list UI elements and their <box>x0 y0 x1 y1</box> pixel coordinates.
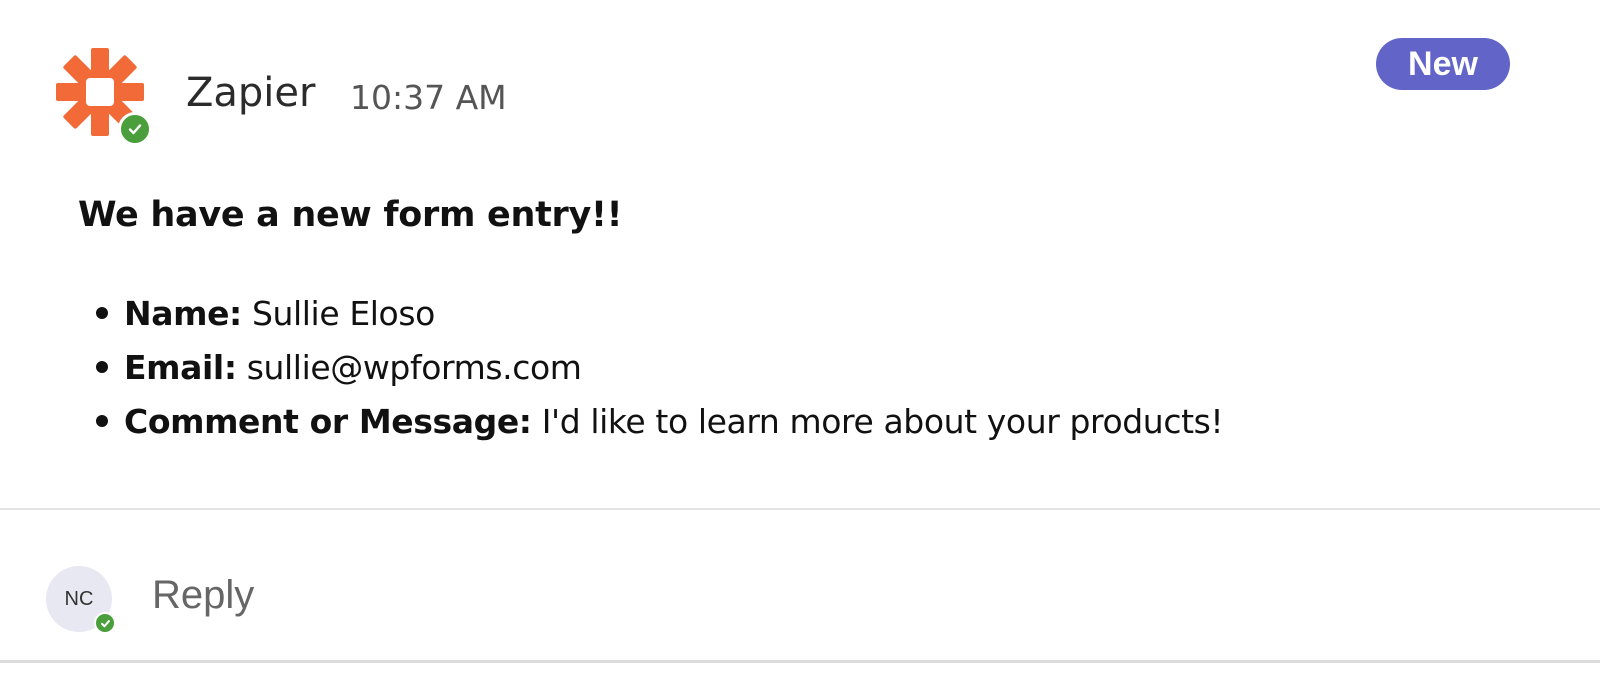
field-label: Email: <box>124 348 237 387</box>
field-value: I'd like to learn more about your produc… <box>541 402 1224 441</box>
field-value: Sullie Eloso <box>251 294 435 333</box>
presence-available-icon <box>118 112 152 146</box>
message-heading: We have a new form entry!! <box>78 195 623 235</box>
list-item: Comment or Message: I'd like to learn mo… <box>96 395 1224 449</box>
list-item: Email: sullie@wpforms.com <box>96 341 1223 395</box>
sender-name[interactable]: Zapier <box>186 70 315 116</box>
new-badge: New <box>1376 38 1510 90</box>
form-entry-fields: Name: Sullie Eloso Email: sullie@wpforms… <box>96 287 1224 449</box>
message-timestamp: 10:37 AM <box>350 78 507 117</box>
user-presence-icon <box>94 612 116 634</box>
message-card: Zapier 10:37 AM New We have a new form e… <box>0 0 1600 682</box>
divider <box>0 508 1600 510</box>
check-icon <box>128 124 142 135</box>
bullet-icon <box>96 360 108 373</box>
field-label: Name: <box>124 294 242 333</box>
check-icon <box>100 619 110 627</box>
field-label: Comment or Message: <box>124 402 532 441</box>
bullet-icon <box>96 414 108 427</box>
bullet-icon <box>96 306 108 319</box>
reply-button[interactable]: Reply <box>152 573 254 618</box>
bottom-divider <box>0 660 1600 663</box>
field-value: sullie@wpforms.com <box>246 348 582 387</box>
list-item: Name: Sullie Eloso <box>96 287 1223 341</box>
